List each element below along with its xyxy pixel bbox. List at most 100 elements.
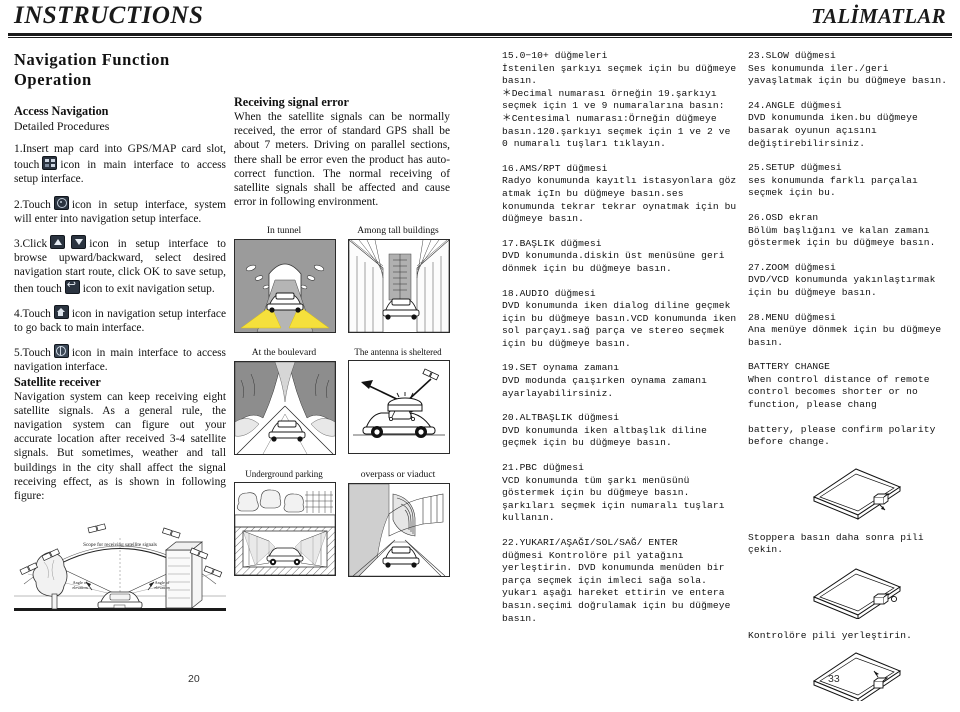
entry-title: 23.SLOW düğmesi [748, 50, 836, 61]
header-title-right: TALİMATLAR [811, 4, 946, 28]
figure-caption: Among tall buildings [357, 225, 439, 237]
figure-among-tall-buildings: Among tall buildings [348, 225, 450, 334]
entry-18: 18.AUDIO düğmesi DVD konumunda iken dial… [502, 288, 738, 351]
step-2: 2.Touch icon in setup interface, system w… [14, 195, 226, 226]
entry-body: Radyo konumunda kayıtlı istasyonlara göz… [502, 175, 737, 225]
column-turkish-items-15-22: 15.0−10+ düğmeleri İstenilen şarkıyı seç… [502, 50, 738, 625]
entry-title: 21.PBC düğmesi [502, 462, 585, 474]
page-title: Navigation Function Operation [14, 50, 170, 89]
step-2-text-a: 2.Touch [14, 198, 51, 211]
figure-caption: At the boulevard [251, 347, 317, 359]
diagram-label-scope: Scope for receiving satellite signals [83, 541, 157, 548]
entry-body: DVD modunda çaışırken oynama zamanı ayar… [502, 375, 708, 399]
caption-remove-battery: Stoppera basın daha sonra pili çekin. [748, 531, 924, 556]
entry-16: 16.AMS/RPT düğmesi Radyo konumunda kayıt… [502, 163, 738, 226]
figure-at-the-boulevard: At the boulevard [234, 347, 336, 456]
entry-23: 23.SLOW düğmesi Ses konumunda iler./geri… [748, 50, 953, 88]
entry-body: DVD konumunda iken altbaşlık diline geçm… [502, 424, 708, 449]
entry-27: 27.ZOOM düğmesi DVD/VCD konumunda yakınl… [748, 262, 953, 300]
entry-body: ses konumunda farklı parçalaı seçmek içi… [748, 174, 918, 199]
entry-battery-change: BATTERY CHANGE When control distance of … [748, 361, 953, 411]
column-receiving-signal-error: Receiving signal error When the satellit… [234, 95, 450, 578]
figure-caption: The antenna is sheltered [354, 347, 442, 358]
entry-19: 19.SET oynama zamanı DVD modunda çaışırk… [502, 362, 738, 400]
header-rule-thin [8, 37, 952, 38]
step-4-text-a: 4.Touch [14, 307, 51, 320]
entry-title: 26.OSD ekran [748, 211, 819, 223]
entry-body: battery, please confirm polarity before … [748, 423, 936, 448]
entry-body: DVD/VCD konumunda yakınlaştırmak için bu… [748, 274, 936, 298]
entry-body: VCD konumunda tüm şarkı menüsünü gösterm… [502, 474, 725, 524]
entry-body: Ana menüye dönmek için bu düğmeye basın. [748, 324, 942, 348]
page-header: INSTRUCTIONS TALİMATLAR [0, 0, 960, 42]
step-5: 5.Touch icon in main interface to access … [14, 344, 226, 374]
entry-body: düğmesi Kontrolöre pil yatağını yerleşti… [502, 549, 731, 624]
remote-battery-insert-illustration [748, 563, 953, 624]
section-heading-satellite-receiver: Satellite receiver [14, 374, 101, 389]
header-title-left: INSTRUCTIONS [14, 2, 204, 29]
globe-icon [53, 344, 69, 359]
figure-overpass-or-viaduct: overpass or viaduct [348, 469, 450, 578]
page-number-right: 33 [828, 673, 840, 685]
remote-battery-final-illustration [748, 649, 953, 706]
entry-title: 28.MENU düğmesi [748, 311, 836, 323]
entry-title: 15.0−10+ düğmeleri [502, 50, 608, 61]
section-subheading-detailed-procedures: Detailed Procedures [14, 119, 110, 133]
figure-caption: overpass or viaduct [360, 469, 436, 481]
figure-caption: In tunnel [266, 225, 302, 237]
arrow-down-icon [71, 235, 87, 250]
entry-battery-polarity: battery, please confirm polarity before … [748, 424, 953, 449]
home-icon [53, 304, 69, 319]
step-3-text-a: 3.Click [14, 238, 48, 251]
entry-21: 21.PBC düğmesi VCD konumunda tüm şarkı m… [502, 462, 738, 525]
figure-row-3: Underground parking overpass or viaduct [234, 469, 450, 578]
entry-title: 24.ANGLE düğmesi [748, 99, 842, 111]
entry-24: 24.ANGLE düğmesi DVD konumunda iken.bu d… [748, 100, 953, 150]
back-arrow-icon [64, 279, 80, 294]
step-3-text-c: icon to exit navigation setup. [82, 282, 215, 295]
header-rule-thick [8, 33, 952, 36]
entry-25: 25.SETUP düğmesi ses konumunda farklı pa… [748, 162, 953, 200]
entry-body: DVD konumunda iken dialog diline geçmek … [502, 300, 737, 349]
entry-body: Ses konumunda iler./geri yavaşlatmak içi… [748, 62, 948, 87]
entry-title: 18.AUDIO düğmesi [502, 287, 596, 299]
entry-body: DVD konumunda.diskin üst menüsüne geri d… [502, 250, 725, 274]
entry-body: İstenilen şarkıyı seçmek için bu düğmeye… [502, 62, 737, 150]
arrow-up-icon [50, 235, 66, 250]
entry-body: DVD konumunda iken.bu düğmeye basarak oy… [748, 112, 918, 149]
entry-body: When control distance of remote control … [748, 373, 930, 411]
entry-28: 28.MENU düğmesi Ana menüye dönmek için b… [748, 312, 953, 350]
entry-title: 20.ALTBAŞLIK düğmesi [502, 412, 620, 424]
remote-battery-removal-illustration [748, 461, 953, 526]
section-heading-access-navigation: Access Navigation [14, 104, 109, 118]
receiving-signal-error-body: When the satellite signals can be normal… [234, 111, 450, 209]
entry-15: 15.0−10+ düğmeleri İstenilen şarkıyı seç… [502, 50, 738, 151]
step-5-text-a: 5.Touch [14, 347, 51, 360]
entry-title: BATTERY CHANGE [748, 361, 831, 373]
svg-text:elevation: elevation [154, 585, 170, 590]
entry-title: 19.SET oynama zamanı [502, 362, 620, 374]
figure-in-tunnel: In tunnel [234, 225, 336, 334]
section-heading-receiving-signal-error: Receiving signal error [234, 95, 349, 109]
step-3: 3.Click icon in setup interface to browse… [14, 235, 226, 296]
entry-title: 17.BAŞLIK düğmesi [502, 237, 602, 249]
entry-26: 26.OSD ekran Bölüm başlığını ve kalan za… [748, 212, 953, 250]
column-navigation-operation: Navigation Function Operation Access Nav… [14, 50, 226, 625]
column-turkish-items-23-28-battery: 23.SLOW düğmesi Ses konumunda iler./geri… [748, 50, 953, 712]
entry-title: 16.AMS/RPT düğmesi [502, 162, 608, 174]
page-number-left: 20 [188, 673, 200, 685]
figure-row-1: In tunnel Among tall buildings [234, 225, 450, 334]
grid-icon [42, 156, 58, 171]
entry-title: 27.ZOOM düğmesi [748, 261, 836, 273]
satellite-scope-diagram: Scope for receiving satellite signals An… [14, 512, 226, 625]
entry-body: Bölüm başlığını ve kalan zamanı gösterme… [748, 224, 936, 249]
satellite-receiver-body: Navigation system can keep receiving eig… [14, 390, 226, 503]
entry-title: 22.YUKARI/AŞAĞI/SOL/SAĞ/ ENTER [502, 537, 678, 548]
entry-20: 20.ALTBAŞLIK düğmesi DVD konumunda iken … [502, 412, 738, 450]
figure-underground-parking: Underground parking [234, 469, 336, 577]
entry-title: 25.SETUP düğmesi [748, 162, 842, 174]
svg-text:elevation: elevation [72, 585, 88, 590]
gear-icon [53, 195, 69, 210]
step-4: 4.Touch icon in navigation setup interfac… [14, 304, 226, 335]
figure-caption: Underground parking [245, 469, 323, 480]
